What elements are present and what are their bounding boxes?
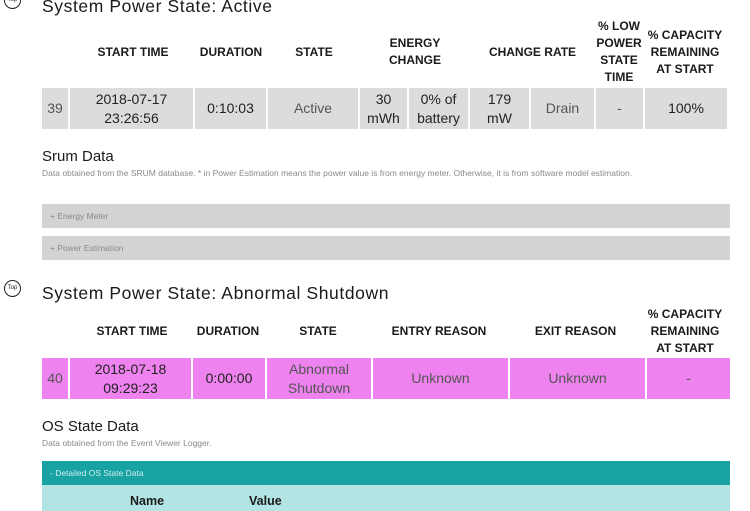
col-header-duration: DURATION [196,323,260,338]
cell-capacity: 100% [645,88,727,129]
table-row-abnormal: 40 2018-07-18 09:29:23 0:00:00 Abnormal … [42,358,730,399]
cell-start-time: 2018-07-17 23:26:56 [70,88,195,129]
cell-entry-reason: Unknown [373,358,510,399]
os-state-description: Data obtained from the Event Viewer Logg… [42,438,212,448]
col-header-energy-change: ENERGY CHANGE [388,36,441,67]
col-header-value: Value [249,494,282,508]
cell-state: Abnormal Shutdown [267,358,373,399]
col-header-exit-reason: EXIT REASON [534,323,617,338]
cell-low-power: - [596,88,645,129]
srum-title: Srum Data [42,148,114,165]
row-index: 40 [42,358,70,399]
col-header-state: STATE [295,44,333,59]
col-header-capacity: % CAPACITY REMAINING AT START [647,306,723,355]
accordion-energy-meter[interactable]: + Energy Meter [42,204,730,228]
accordion-power-estimation[interactable]: + Power Estimation [42,236,730,260]
col-header-change-rate: CHANGE RATE [488,44,577,59]
os-state-title: OS State Data [42,418,139,435]
section-title-active: System Power State: Active [42,0,273,16]
table-row-active: 39 2018-07-17 23:26:56 0:10:03 Active 30… [42,88,727,129]
top-icon[interactable]: Top [4,0,21,9]
cell-exit-reason: Unknown [510,358,647,399]
col-header-duration: DURATION [199,44,263,59]
col-header-name: Name [130,494,165,508]
col-header-capacity: % CAPACITY REMAINING AT START [647,27,723,76]
cell-rate: 179 mW [470,88,531,129]
cell-duration: 0:00:00 [193,358,267,399]
os-state-table-header: Name Value [42,485,730,511]
row-index: 39 [42,88,70,129]
cell-energy-pct: 0% of battery [409,88,470,129]
cell-capacity: - [647,358,730,399]
col-header-low-power: % LOW POWER STATE TIME [596,19,642,84]
cell-state: Active [268,88,360,129]
section-title-abnormal: System Power State: Abnormal Shutdown [42,283,390,303]
col-header-state: STATE [299,323,337,338]
cell-rate-type: Drain [531,88,596,129]
col-header-entry-reason: ENTRY REASON [391,323,487,338]
cell-energy-mwh: 30 mWh [360,88,409,129]
top-icon[interactable]: Top [4,280,21,297]
col-header-start-time: START TIME [97,44,169,59]
accordion-detailed-os-state[interactable]: - Detailed OS State Data [42,461,730,485]
srum-description: Data obtained from the SRUM database. * … [42,168,633,178]
col-header-start-time: START TIME [96,323,168,338]
cell-duration: 0:10:03 [195,88,268,129]
cell-start-time: 2018-07-18 09:29:23 [70,358,193,399]
